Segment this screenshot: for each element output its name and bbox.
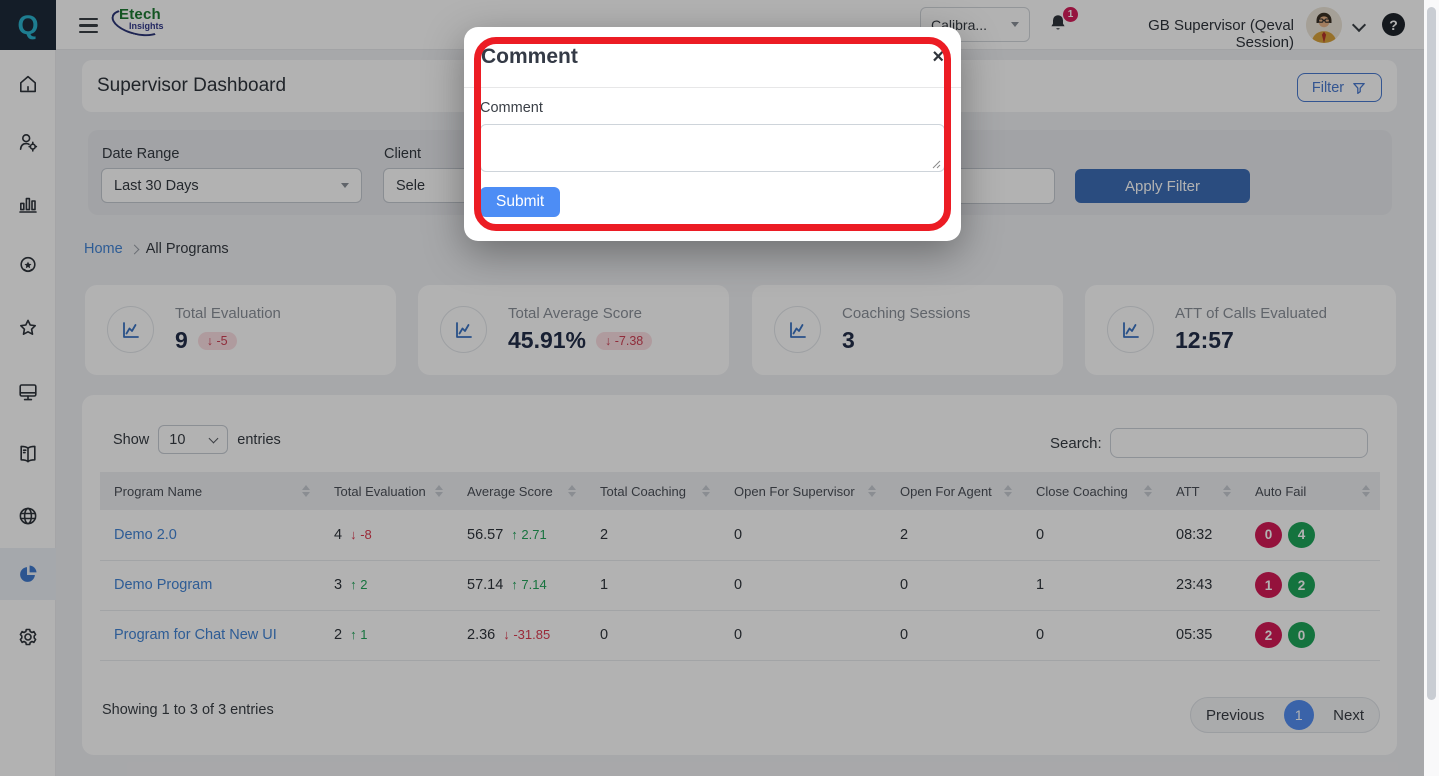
scrollbar-thumb[interactable] (1427, 7, 1436, 700)
comment-textarea[interactable] (480, 124, 945, 172)
comment-field-label: Comment (480, 100, 945, 116)
modal-title: Comment (481, 45, 578, 69)
modal-body: Comment Submit (464, 88, 961, 217)
comment-modal: Comment × Comment Submit (464, 27, 961, 241)
scrollbar-track[interactable] (1424, 0, 1439, 776)
close-icon[interactable]: × (932, 47, 944, 67)
submit-button[interactable]: Submit (480, 187, 560, 217)
modal-header: Comment × (464, 27, 961, 88)
